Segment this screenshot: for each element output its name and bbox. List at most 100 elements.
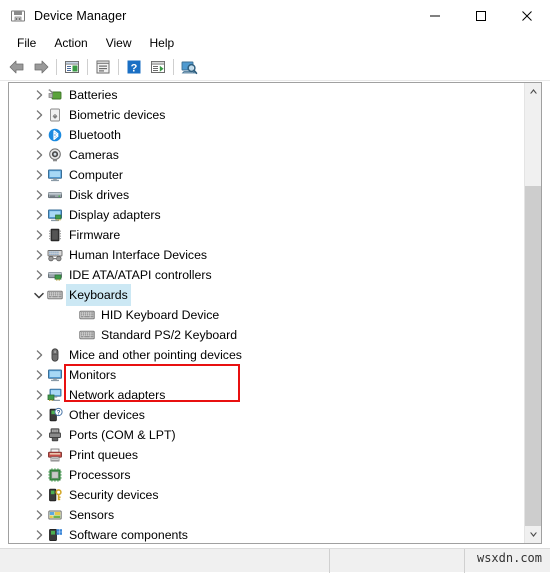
- fingerprint-icon: [47, 107, 63, 123]
- menu-item-view[interactable]: View: [97, 34, 141, 52]
- chevron-right-icon[interactable]: [31, 205, 47, 225]
- chevron-right-icon[interactable]: [31, 365, 47, 385]
- printer-icon: [47, 447, 63, 463]
- status-pane-3: wsxdn.com: [465, 549, 550, 573]
- chevron-right-icon[interactable]: [31, 425, 47, 445]
- tree-item-standard-ps-2-keyboard[interactable]: Standard PS/2 Keyboard: [9, 325, 525, 345]
- chevron-right-icon[interactable]: [31, 445, 47, 465]
- back-button[interactable]: [5, 56, 29, 78]
- keyboard-icon: [79, 327, 95, 343]
- update-driver-button[interactable]: [146, 56, 170, 78]
- tree-item-hid-keyboard-device[interactable]: HID Keyboard Device: [9, 305, 525, 325]
- scroll-down-button[interactable]: [525, 526, 541, 543]
- tree-item-network-adapters[interactable]: Network adapters: [9, 385, 525, 405]
- show-hide-console-tree-button[interactable]: [60, 56, 84, 78]
- network-adapter-icon: [47, 387, 63, 403]
- svg-text:?: ?: [57, 409, 61, 416]
- software-component-icon: [47, 527, 63, 543]
- chevron-right-icon[interactable]: [31, 485, 47, 505]
- sensor-icon: [47, 507, 63, 523]
- chevron-right-icon[interactable]: [31, 245, 47, 265]
- vertical-scrollbar[interactable]: [524, 83, 541, 543]
- tree-item-display-adapters[interactable]: Display adapters: [9, 205, 525, 225]
- computer-monitor-icon: [47, 167, 63, 183]
- chevron-right-icon[interactable]: [31, 185, 47, 205]
- tree-item-biometric-devices[interactable]: Biometric devices: [9, 105, 525, 125]
- tree-item-label: Network adapters: [69, 388, 166, 402]
- tree-item-security-devices[interactable]: Security devices: [9, 485, 525, 505]
- tree-item-label: HID Keyboard Device: [101, 308, 220, 322]
- toolbar-separator: [118, 59, 119, 75]
- help-button[interactable]: ?: [122, 56, 146, 78]
- tree-item-other-devices[interactable]: ? Other devices: [9, 405, 525, 425]
- chevron-down-icon[interactable]: [31, 285, 47, 305]
- tree-item-disk-drives[interactable]: Disk drives: [9, 185, 525, 205]
- hid-gamepad-icon: [47, 247, 63, 263]
- tree-item-ports-com-lpt[interactable]: Ports (COM & LPT): [9, 425, 525, 445]
- tree-item-sensors[interactable]: Sensors: [9, 505, 525, 525]
- chevron-right-icon[interactable]: [31, 225, 47, 245]
- tree-item-label: Sensors: [69, 508, 115, 522]
- chevron-right-icon[interactable]: [31, 525, 47, 543]
- watermark-text: wsxdn.com: [476, 550, 542, 565]
- maximize-button[interactable]: [458, 0, 504, 32]
- caption-button-group: [412, 0, 550, 32]
- tree-item-monitors[interactable]: Monitors: [9, 365, 525, 385]
- chevron-right-icon[interactable]: [31, 85, 47, 105]
- chevron-right-icon[interactable]: [31, 165, 47, 185]
- tree-item-print-queues[interactable]: Print queues: [9, 445, 525, 465]
- tree-item-computer[interactable]: Computer: [9, 165, 525, 185]
- device-manager-window: Device Manager File Action View Help ? B…: [0, 0, 550, 573]
- tree-item-human-interface-devices[interactable]: Human Interface Devices: [9, 245, 525, 265]
- bluetooth-icon: [47, 127, 63, 143]
- tree-item-label: Software components: [69, 528, 188, 542]
- scroll-up-button[interactable]: [525, 83, 541, 100]
- firmware-chip-icon: [47, 227, 63, 243]
- device-manager-icon: [10, 8, 26, 24]
- toolbar-separator: [56, 59, 57, 75]
- tree-item-label: Processors: [69, 468, 131, 482]
- tree-item-keyboards[interactable]: Keyboards: [9, 284, 525, 306]
- camera-icon: [47, 147, 63, 163]
- minimize-button[interactable]: [412, 0, 458, 32]
- tree-item-label: Standard PS/2 Keyboard: [101, 328, 238, 342]
- menu-item-file[interactable]: File: [8, 34, 45, 52]
- tree-item-label: Bluetooth: [69, 128, 121, 142]
- tree-item-firmware[interactable]: Firmware: [9, 225, 525, 245]
- tree-item-mice-and-other-pointing-devices[interactable]: Mice and other pointing devices: [9, 345, 525, 365]
- tree-item-label: Cameras: [69, 148, 119, 162]
- chevron-right-icon[interactable]: [31, 265, 47, 285]
- forward-button[interactable]: [29, 56, 53, 78]
- chevron-right-icon[interactable]: [31, 405, 47, 425]
- chevron-right-icon[interactable]: [31, 105, 47, 125]
- tree-item-ide-ata-atapi-controllers[interactable]: IDE ATA/ATAPI controllers: [9, 265, 525, 285]
- chevron-right-icon[interactable]: [31, 505, 47, 525]
- other-device-question-icon: ?: [47, 407, 63, 423]
- chevron-right-icon[interactable]: [31, 385, 47, 405]
- chevron-right-icon[interactable]: [31, 125, 47, 145]
- chevron-right-icon[interactable]: [31, 345, 47, 365]
- scrollbar-thumb[interactable]: [525, 186, 541, 543]
- device-tree[interactable]: Batteries Biometric devices Bluetooth Camer…: [9, 83, 525, 543]
- tree-item-bluetooth[interactable]: Bluetooth: [9, 125, 525, 145]
- scan-for-hardware-changes-button[interactable]: [177, 56, 201, 78]
- tree-item-label: Other devices: [69, 408, 145, 422]
- tree-item-software-components[interactable]: Software components: [9, 525, 525, 543]
- tree-item-batteries[interactable]: Batteries: [9, 85, 525, 105]
- menu-item-action[interactable]: Action: [45, 34, 96, 52]
- tree-item-label: Monitors: [69, 368, 117, 382]
- tree-item-label: Batteries: [69, 88, 118, 102]
- properties-button[interactable]: [91, 56, 115, 78]
- chevron-right-icon[interactable]: [31, 465, 47, 485]
- tree-item-cameras[interactable]: Cameras: [9, 145, 525, 165]
- security-key-icon: [47, 487, 63, 503]
- chevron-right-icon[interactable]: [31, 145, 47, 165]
- menu-item-help[interactable]: Help: [141, 34, 184, 52]
- tree-item-label: Mice and other pointing devices: [69, 348, 242, 362]
- tree-item-label: Human Interface Devices: [69, 248, 208, 262]
- tree-item-processors[interactable]: Processors: [9, 465, 525, 485]
- close-button[interactable]: [504, 0, 550, 32]
- toolbar: ?: [0, 54, 550, 81]
